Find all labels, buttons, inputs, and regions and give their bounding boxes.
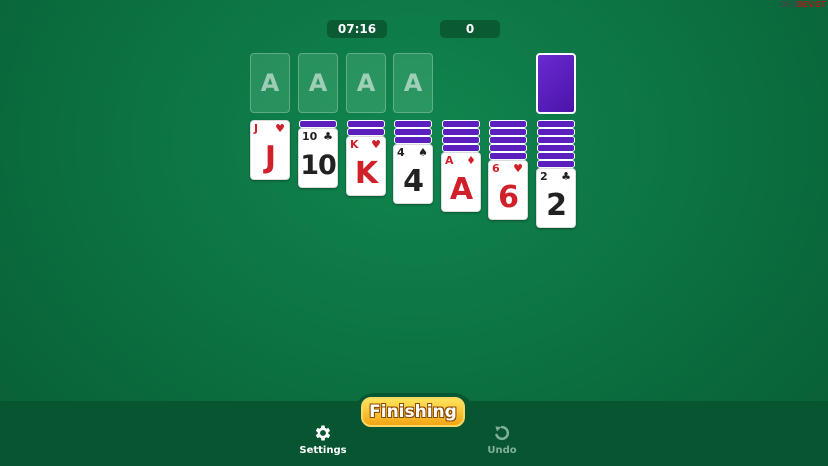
- card-rank-large: 6: [498, 180, 519, 215]
- foundation-pile-2[interactable]: A: [298, 53, 338, 113]
- foundation-pile-3[interactable]: A: [346, 53, 386, 113]
- facedown-card: [442, 120, 480, 128]
- facedown-card: [489, 128, 527, 136]
- card-rank: K: [350, 138, 359, 151]
- tableau-card-5[interactable]: A ♦ A: [441, 152, 481, 212]
- facedown-card: [489, 152, 527, 160]
- tableau-card-3[interactable]: K ♥ K: [346, 136, 386, 196]
- settings-button[interactable]: Settings: [293, 423, 353, 456]
- facedown-card: [537, 144, 575, 152]
- card-suit-icon: ♣: [323, 130, 333, 143]
- tableau-card-2[interactable]: 10 ♣ 10: [298, 128, 338, 188]
- tableau-card-7[interactable]: 2 ♣ 2: [536, 168, 576, 228]
- facedown-card: [442, 144, 480, 152]
- card-rank-large: A: [449, 172, 473, 207]
- tableau-card-1[interactable]: J ♥ J: [250, 120, 290, 180]
- watermark: DEVDEV.GT: [781, 0, 827, 9]
- card-suit-icon: ♥: [513, 162, 523, 175]
- facedown-card: [442, 136, 480, 144]
- watermark-text-2: DEV.GT: [796, 0, 826, 9]
- facedown-card: [537, 128, 575, 136]
- card-rank-large: K: [354, 156, 378, 191]
- card-suit-icon: ♣: [561, 170, 571, 183]
- watermark-text-1: DEV: [780, 0, 797, 9]
- game-board: DEVDEV.GT 07:16 0 A A A A J ♥ J 10 ♣ 10 K ♥ K 4 ♠ 4…: [0, 0, 828, 466]
- facedown-card: [442, 128, 480, 136]
- facedown-card: [537, 152, 575, 160]
- tableau-card-4[interactable]: 4 ♠ 4: [393, 144, 433, 204]
- facedown-card: [347, 120, 385, 128]
- facedown-card: [489, 136, 527, 144]
- facedown-card: [537, 120, 575, 128]
- settings-label: Settings: [299, 445, 347, 456]
- facedown-card: [537, 160, 575, 168]
- facedown-card: [489, 144, 527, 152]
- score-display: 0: [440, 20, 500, 38]
- card-rank-large: 2: [546, 188, 567, 223]
- undo-button[interactable]: Undo: [472, 423, 532, 456]
- facedown-card: [394, 128, 432, 136]
- card-rank: 10: [302, 130, 318, 143]
- finishing-button[interactable]: Finishing: [361, 397, 465, 427]
- card-suit-icon: ♥: [275, 122, 285, 135]
- card-rank: J: [254, 122, 259, 135]
- gear-icon: [315, 425, 331, 441]
- card-rank: 6: [492, 162, 500, 175]
- undo-label: Undo: [487, 445, 517, 456]
- timer-display: 07:16: [327, 20, 387, 38]
- facedown-card: [347, 128, 385, 136]
- facedown-card: [394, 120, 432, 128]
- card-rank-large: 4: [403, 164, 424, 199]
- card-suit-icon: ♦: [466, 154, 476, 167]
- tableau-card-6[interactable]: 6 ♥ 6: [488, 160, 528, 220]
- foundation-pile-1[interactable]: A: [250, 53, 290, 113]
- card-rank: A: [445, 154, 454, 167]
- facedown-card: [537, 136, 575, 144]
- foundation-pile-4[interactable]: A: [393, 53, 433, 113]
- stock-pile[interactable]: [536, 53, 576, 114]
- card-rank: 2: [540, 170, 548, 183]
- facedown-card: [394, 136, 432, 144]
- card-suit-icon: ♠: [418, 146, 428, 159]
- undo-icon: [495, 425, 510, 441]
- card-rank-large: 10: [300, 150, 337, 181]
- facedown-card: [299, 120, 337, 128]
- card-suit-icon: ♥: [371, 138, 381, 151]
- card-rank: 4: [397, 146, 405, 159]
- facedown-card: [489, 120, 527, 128]
- card-rank-large: J: [264, 140, 276, 175]
